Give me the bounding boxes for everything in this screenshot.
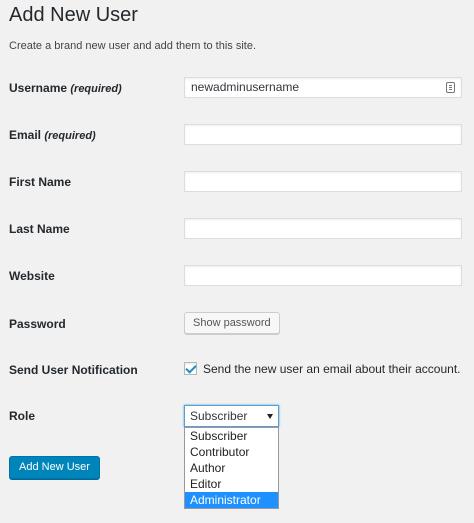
- role-select[interactable]: Subscriber: [184, 405, 279, 427]
- role-option-subscriber[interactable]: Subscriber: [185, 428, 278, 444]
- page-title: Add New User: [9, 4, 138, 26]
- username-label: Username (required): [9, 81, 122, 96]
- email-label-text: Email: [9, 128, 42, 142]
- last-name-label: Last Name: [9, 222, 70, 236]
- chevron-down-icon: [267, 414, 273, 419]
- role-selected-value: Subscriber: [190, 409, 248, 423]
- role-option-administrator[interactable]: Administrator: [185, 492, 278, 508]
- id-card-icon[interactable]: [446, 82, 455, 93]
- notification-label: Send User Notification: [9, 363, 138, 377]
- show-password-button[interactable]: Show password: [184, 312, 280, 334]
- first-name-label: First Name: [9, 175, 72, 189]
- email-required-note: (required): [44, 130, 96, 142]
- username-label-text: Username: [9, 81, 68, 95]
- role-option-author[interactable]: Author: [185, 460, 278, 476]
- notification-checkbox-label[interactable]: Send the new user an email about their a…: [203, 362, 461, 376]
- email-label: Email (required): [9, 128, 96, 143]
- first-name-field[interactable]: [184, 171, 462, 192]
- add-new-user-button[interactable]: Add New User: [9, 456, 100, 479]
- role-label: Role: [9, 409, 36, 423]
- username-value: newadminusername: [191, 80, 300, 94]
- role-option-contributor[interactable]: Contributor: [185, 444, 278, 460]
- notification-checkbox[interactable]: [184, 362, 197, 375]
- role-option-editor[interactable]: Editor: [185, 476, 278, 492]
- website-label: Website: [9, 269, 55, 283]
- website-field[interactable]: [184, 265, 462, 286]
- password-label: Password: [9, 317, 66, 331]
- role-dropdown: Subscriber Contributor Author Editor Adm…: [184, 427, 279, 509]
- username-required-note: (required): [70, 83, 122, 95]
- page-description: Create a brand new user and add them to …: [9, 40, 257, 52]
- username-field[interactable]: newadminusername: [184, 77, 462, 98]
- email-field[interactable]: [184, 124, 462, 145]
- last-name-field[interactable]: [184, 218, 462, 239]
